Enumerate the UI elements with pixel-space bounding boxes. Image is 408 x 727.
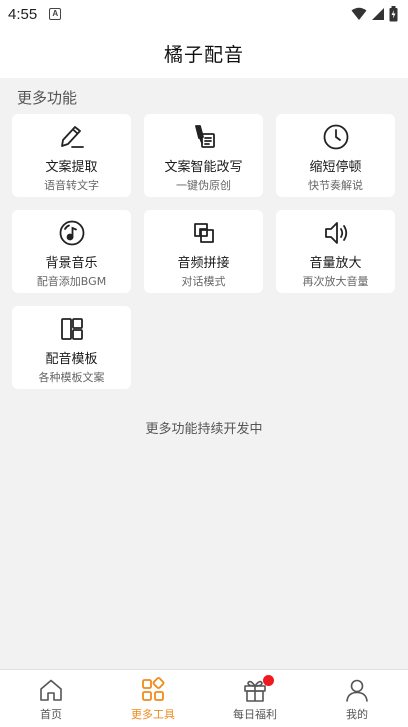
tools-grid-icon	[140, 677, 166, 703]
feature-card-volume-boost[interactable]: 音量放大 再次放大音量	[276, 210, 395, 293]
speaker-icon	[321, 218, 351, 248]
battery-icon	[389, 6, 398, 22]
section-title: 更多功能	[17, 89, 78, 107]
feature-card-dubbing-template[interactable]: 配音模板 各种模板文案	[12, 306, 131, 389]
feature-title: 配音模板	[45, 352, 98, 367]
status-icons	[351, 6, 398, 22]
feature-title: 文案提取	[45, 160, 98, 175]
gift-icon	[242, 675, 274, 703]
more-features-note: 更多功能持续开发中	[145, 422, 263, 437]
feature-title: 音频拼接	[177, 256, 230, 271]
bottom-tab-bar: 首页 更多工具 每日福利 我的	[0, 669, 408, 727]
tab-label: 我的	[346, 708, 368, 721]
tab-label: 更多工具	[131, 708, 175, 721]
clock-icon	[321, 122, 351, 152]
notification-badge	[263, 675, 274, 686]
status-time: 4:55	[8, 5, 38, 23]
feature-card-text-extract[interactable]: 文案提取 语音转文字	[12, 114, 131, 197]
tab-mine[interactable]: 我的	[306, 670, 408, 727]
tab-more-tools[interactable]: 更多工具	[102, 670, 204, 727]
status-bar: 4:55 A	[0, 0, 408, 28]
feature-title: 文案智能改写	[164, 160, 243, 175]
feature-subtitle: 一键伪原创	[176, 179, 231, 192]
tab-daily-benefits[interactable]: 每日福利	[204, 670, 306, 727]
feature-subtitle: 快节奏解说	[308, 179, 363, 192]
tab-home[interactable]: 首页	[0, 670, 102, 727]
feature-subtitle: 配音添加BGM	[36, 275, 107, 288]
feature-title: 背景音乐	[45, 256, 98, 271]
feature-card-audio-merge[interactable]: 音频拼接 对话模式	[144, 210, 263, 293]
feature-subtitle: 语音转文字	[44, 179, 99, 192]
home-icon	[38, 677, 64, 703]
feature-title: 音量放大	[309, 256, 362, 271]
feature-subtitle: 各种模板文案	[38, 371, 105, 384]
feature-card-shorten-pause[interactable]: 缩短停顿 快节奏解说	[276, 114, 395, 197]
music-disc-icon	[57, 218, 87, 248]
feature-card-background-music[interactable]: 背景音乐 配音添加BGM	[12, 210, 131, 293]
tab-label: 首页	[40, 708, 62, 721]
template-layout-icon	[57, 314, 87, 344]
user-icon	[344, 677, 370, 703]
pen-list-icon	[189, 122, 219, 152]
feature-title: 缩短停顿	[309, 160, 362, 175]
feature-grid: 文案提取 语音转文字 文案智能改写 一键伪原创 缩短停顿 快节奏解说 背景音乐 …	[12, 114, 396, 389]
notification-icon: A	[49, 8, 62, 20]
feature-subtitle: 对话模式	[181, 275, 226, 288]
tab-label: 每日福利	[233, 708, 277, 721]
feature-card-smart-rewrite[interactable]: 文案智能改写 一键伪原创	[144, 114, 263, 197]
wifi-icon	[351, 7, 367, 20]
pencil-icon	[57, 122, 87, 152]
app-bar: 橘子配音	[0, 28, 408, 78]
signal-icon	[372, 8, 384, 20]
merge-squares-icon	[189, 218, 219, 248]
feature-subtitle: 再次放大音量	[302, 275, 369, 288]
page-title: 橘子配音	[163, 43, 244, 66]
